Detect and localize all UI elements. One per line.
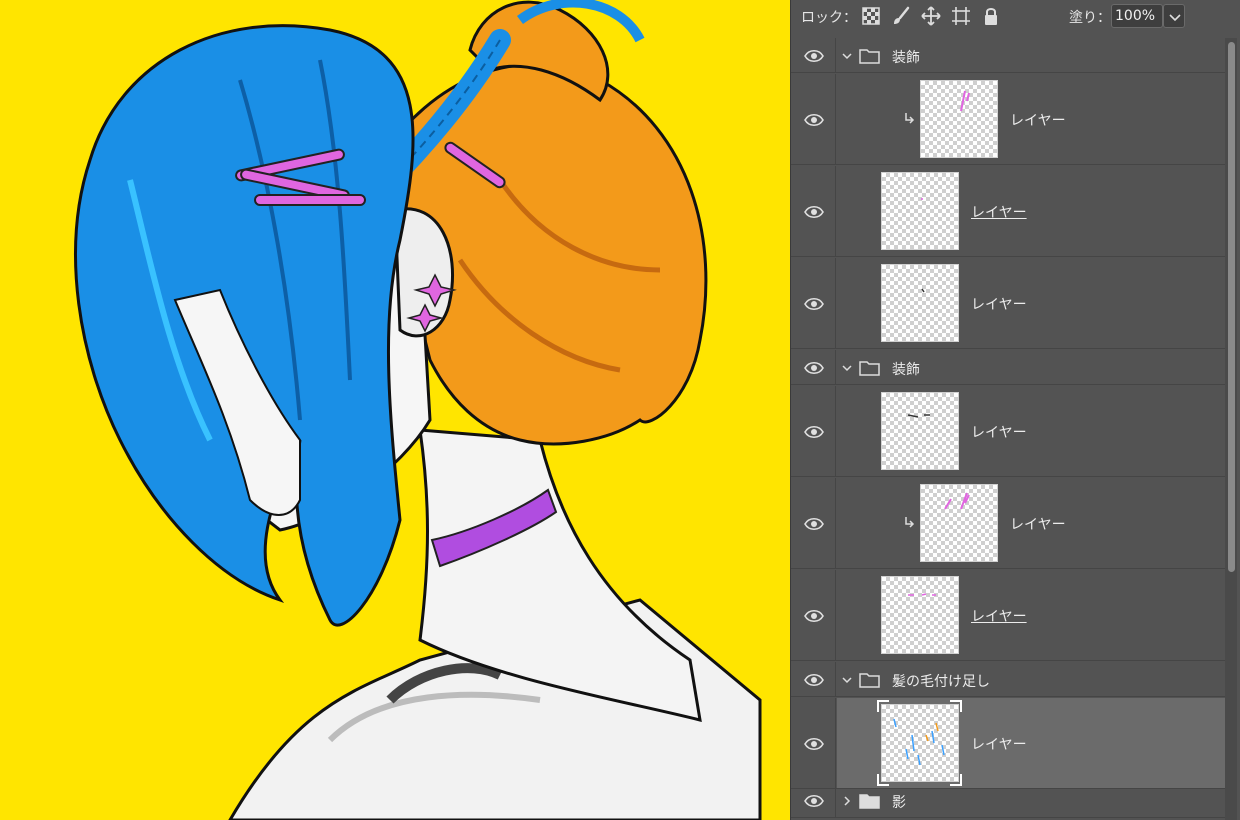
group-name: 影 — [892, 795, 906, 811]
lock-all-icon[interactable] — [981, 6, 1001, 26]
clipping-mask-icon — [905, 113, 915, 124]
character-illustration — [74, 0, 762, 820]
layer-row[interactable]: レイヤー — [791, 166, 1225, 257]
layer-name[interactable]: レイヤー — [971, 734, 1027, 754]
fill-label: 塗り： — [1069, 10, 1111, 26]
layer-row-selected[interactable]: レイヤー — [791, 698, 1225, 789]
visibility-cell[interactable] — [791, 74, 836, 164]
lock-transparent-pixels-icon[interactable] — [861, 6, 881, 26]
layer-name[interactable]: レイヤー — [971, 294, 1027, 314]
layer-name[interactable]: レイヤー — [1010, 514, 1066, 534]
visibility-cell[interactable] — [791, 698, 836, 788]
layer-group-row[interactable]: 装飾 — [791, 38, 1225, 73]
layer-row[interactable]: レイヤー — [791, 386, 1225, 477]
selection-corner — [877, 700, 889, 712]
fill-input[interactable]: 100% — [1111, 4, 1163, 28]
lock-label: ロック： — [801, 10, 857, 26]
visibility-cell[interactable] — [791, 350, 836, 384]
eye-icon[interactable] — [804, 49, 824, 63]
clipping-mask-icon — [905, 517, 915, 528]
layer-thumbnail — [881, 704, 959, 782]
visibility-cell[interactable] — [791, 783, 836, 817]
scrollbar-thumb[interactable] — [1228, 42, 1235, 572]
eye-icon[interactable] — [804, 517, 824, 531]
visibility-cell[interactable] — [791, 662, 836, 696]
layer-name[interactable]: レイヤー — [1010, 110, 1066, 130]
layer-thumbnail — [920, 484, 998, 562]
visibility-cell[interactable] — [791, 38, 836, 72]
layer-thumbnail — [881, 172, 959, 250]
eye-icon[interactable] — [804, 361, 824, 375]
visibility-cell[interactable] — [791, 386, 836, 476]
chevron-down-icon[interactable] — [841, 50, 853, 62]
visibility-cell[interactable] — [791, 478, 836, 568]
eye-icon[interactable] — [804, 113, 824, 127]
layer-group-row[interactable]: 装飾 — [791, 350, 1225, 385]
chevron-down-icon — [1169, 14, 1181, 22]
layer-name[interactable]: レイヤー — [971, 606, 1027, 626]
selection-corner — [950, 700, 962, 712]
folder-icon — [859, 673, 880, 688]
folder-icon — [859, 794, 880, 809]
folder-icon — [859, 49, 880, 64]
lock-image-pixels-icon[interactable] — [891, 6, 911, 26]
layer-thumbnail — [881, 576, 959, 654]
layer-group-row[interactable]: 影 — [791, 783, 1225, 818]
lock-position-icon[interactable] — [921, 6, 941, 26]
lock-artboard-icon[interactable] — [951, 6, 971, 26]
visibility-cell[interactable] — [791, 258, 836, 348]
eye-icon[interactable] — [804, 205, 824, 219]
eye-icon[interactable] — [804, 794, 824, 808]
layer-group-row[interactable]: 髪の毛付け足し — [791, 662, 1225, 697]
group-name: 装飾 — [892, 362, 920, 378]
eye-icon[interactable] — [804, 737, 824, 751]
folder-icon — [859, 361, 880, 376]
layer-row[interactable]: レイヤー — [791, 258, 1225, 349]
eye-icon[interactable] — [804, 673, 824, 687]
layers-panel: ロック： 塗り： 100% 装飾 レイヤー レイヤー レイヤー 装飾 レイヤー … — [790, 0, 1240, 820]
visibility-cell[interactable] — [791, 166, 836, 256]
group-name: 髪の毛付け足し — [892, 674, 990, 690]
layer-row[interactable]: レイヤー — [791, 478, 1225, 569]
eye-icon[interactable] — [804, 609, 824, 623]
layer-row[interactable]: レイヤー — [791, 570, 1225, 661]
layer-thumbnail — [881, 392, 959, 470]
layer-name[interactable]: レイヤー — [971, 202, 1027, 222]
lock-toolbar: ロック： 塗り： 100% — [791, 0, 1240, 32]
layer-row[interactable]: レイヤー — [791, 74, 1225, 165]
fill-dropdown-button[interactable] — [1163, 4, 1185, 28]
visibility-cell[interactable] — [791, 570, 836, 660]
chevron-right-icon[interactable] — [841, 795, 853, 807]
artwork-canvas[interactable] — [0, 0, 790, 820]
layer-thumbnail — [881, 264, 959, 342]
chevron-down-icon[interactable] — [841, 362, 853, 374]
layer-name[interactable]: レイヤー — [971, 422, 1027, 442]
eye-icon[interactable] — [804, 425, 824, 439]
layer-thumbnail — [920, 80, 998, 158]
chevron-down-icon[interactable] — [841, 674, 853, 686]
group-name: 装飾 — [892, 50, 920, 66]
eye-icon[interactable] — [804, 297, 824, 311]
